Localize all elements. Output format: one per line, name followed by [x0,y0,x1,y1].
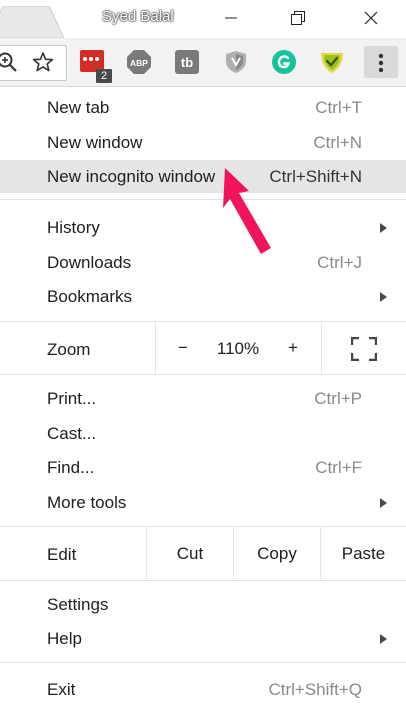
menu-item-print[interactable]: Print... Ctrl+P [0,382,406,415]
menu-item-label: Cast... [47,424,97,443]
menu-item-label: New window [47,133,143,152]
tubebuddy-text: tb [181,55,193,70]
menu-separator [0,580,406,581]
menu-item-new-tab[interactable]: New tab Ctrl+T [0,91,406,124]
menu-item-settings[interactable]: Settings [0,588,406,621]
menu-item-label: New incognito window [47,167,216,186]
zoom-in-icon[interactable] [0,51,18,73]
menu-item-shortcut: Ctrl+N [313,133,362,152]
edit-row: Edit Cut Copy Paste [0,527,406,581]
menu-item-shortcut: Ctrl+F [315,458,362,477]
menu-item-label: Print... [47,389,97,408]
check-badge-icon[interactable] [320,50,344,74]
menu-item-history[interactable]: History [0,211,406,244]
menu-item-cast[interactable]: Cast... [0,417,406,450]
minimize-icon [225,17,237,19]
copy-button[interactable]: Copy [234,544,320,564]
tubebuddy-icon[interactable]: tb [175,50,199,74]
menu-item-help[interactable]: Help [0,622,406,655]
restore-icon [291,11,305,25]
paste-button[interactable]: Paste [321,544,406,564]
menu-item-label: Help [47,629,82,648]
menu-separator [0,374,406,375]
adblock-plus-icon[interactable]: ABP [127,50,151,74]
zoom-in-button[interactable]: + [278,338,308,358]
submenu-arrow-icon [380,498,387,508]
menu-item-bookmarks[interactable]: Bookmarks [0,280,406,313]
menu-item-shortcut: Ctrl+Shift+Q [268,680,362,699]
menu-item-shortcut: Ctrl+J [317,253,362,272]
lastpass-badge: 2 [96,69,112,83]
menu-item-exit[interactable]: Exit Ctrl+Shift+Q [0,673,406,706]
zoom-row: Zoom − 110% + [0,322,406,376]
menu-item-label: Find... [47,458,95,477]
chrome-menu-button[interactable] [364,46,398,78]
close-icon [364,11,378,25]
star-icon[interactable] [32,51,54,73]
menu-item-shortcut: Ctrl+P [314,389,362,408]
zoom-value: 110% [216,339,260,358]
menu-item-shortcut: Ctrl+T [315,98,362,117]
menu-item-label: Settings [47,595,109,614]
submenu-arrow-icon [380,634,387,644]
fullscreen-icon[interactable] [351,337,377,361]
zoom-out-button[interactable]: − [168,338,198,358]
title-bar: Syed Balal [0,0,406,38]
tab-shape[interactable] [0,6,68,38]
submenu-arrow-icon [380,223,387,233]
menu-item-new-incognito-window[interactable]: New incognito window Ctrl+Shift+N [0,160,406,193]
menu-item-downloads[interactable]: Downloads Ctrl+J [0,246,406,279]
menu-item-label: Downloads [47,253,132,272]
more-vert-icon [378,53,384,73]
menu-separator [0,662,406,663]
menu-item-label: More tools [47,493,127,512]
shield-icon[interactable] [224,50,248,74]
abp-text: ABP [130,58,148,68]
menu-separator [0,199,406,200]
zoom-label: Zoom [47,340,91,359]
menu-item-more-tools[interactable]: More tools [0,486,406,519]
menu-item-new-window[interactable]: New window Ctrl+N [0,126,406,159]
pointer-arrow-icon [223,168,271,254]
browser-toolbar: 2 ABP tb [0,38,406,87]
menu-item-label: Exit [47,680,76,699]
grammarly-icon[interactable] [272,50,296,74]
chrome-menu: New tab Ctrl+T New window Ctrl+N New inc… [0,87,406,706]
minimize-button[interactable] [208,4,254,32]
menu-item-find[interactable]: Find... Ctrl+F [0,451,406,484]
profile-name[interactable]: Syed Balal [102,8,174,25]
zoom-divider [321,322,322,374]
submenu-arrow-icon [380,292,387,302]
zoom-divider [155,322,156,374]
edit-label: Edit [47,545,77,564]
cut-button[interactable]: Cut [147,544,233,564]
close-button[interactable] [348,4,394,32]
menu-item-label: Bookmarks [47,287,133,306]
menu-item-label: History [47,218,100,237]
menu-item-label: New tab [47,98,110,117]
restore-button[interactable] [275,4,321,32]
